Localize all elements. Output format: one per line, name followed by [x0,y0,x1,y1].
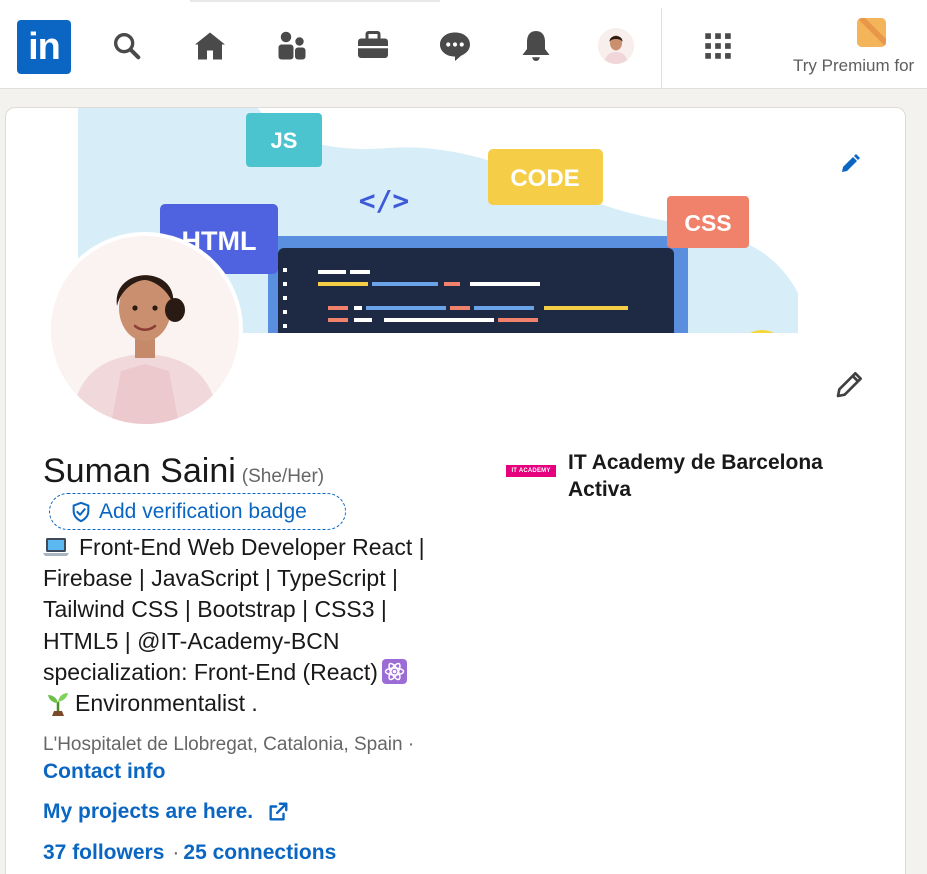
headline-line: Firebase | JavaScript | TypeScript | [43,565,398,592]
headline-line: HTML5 | @IT-Academy-BCN [43,627,340,654]
profile-headline: Front-End Web Developer React | Firebase… [43,532,473,719]
profile-card: JS CODE </> HTML CSS Suman Saini (She/He… [5,107,906,874]
nav-divider [661,8,662,88]
headline-line: Environmentalist . [75,690,258,717]
edit-banner-icon[interactable] [836,150,864,178]
headline-line: specialization: Front-End (React) [43,658,378,685]
add-verification-badge-button[interactable]: Add verification badge [49,493,346,530]
website-link[interactable]: My projects are here. [43,800,289,824]
headline-line: Tailwind CSS | Bootstrap | CSS3 | [43,596,387,623]
edit-intro-icon[interactable] [832,366,868,402]
home-icon[interactable] [190,26,230,66]
contact-info-link[interactable]: Contact info [43,760,165,784]
profile-photo[interactable] [47,232,243,428]
profile-name: Suman Saini [43,452,236,490]
notifications-bell-icon[interactable] [516,26,556,66]
me-avatar[interactable] [598,28,634,64]
laptop-emoji-icon [43,538,69,556]
search-icon[interactable] [107,26,147,66]
svg-text:</>: </> [359,184,410,217]
education-entry[interactable]: IT ACADEMY IT Academy de Barcelona Activ… [506,449,858,503]
verify-button-label: Add verification badge [99,499,307,523]
network-separator: · [172,841,180,864]
website-link-label: My projects are here. [43,800,254,823]
followers-link[interactable]: 37 followers [43,841,164,864]
network-stats: 37 followers · 25 connections [43,841,336,865]
svg-text:CSS: CSS [684,210,731,236]
premium-icon[interactable] [857,18,886,47]
messaging-icon[interactable] [435,26,475,66]
connections-link[interactable]: 25 connections [183,841,336,864]
external-link-icon [267,801,289,823]
verified-shield-icon [72,501,90,522]
headline-line: Front-End Web Developer React | [79,534,425,560]
svg-text:JS: JS [271,128,298,153]
top-edge-line [190,0,440,2]
my-network-icon[interactable] [272,26,312,66]
try-premium-link[interactable]: Try Premium for [793,56,914,76]
apps-grid-icon[interactable] [698,26,738,66]
name-row: Suman Saini (She/Her) [43,452,324,491]
location-text: L'Hospitalet de Llobregat, Catalonia, Sp… [43,734,415,755]
jobs-icon[interactable] [353,26,393,66]
seedling-emoji-icon [48,693,68,717]
svg-text:CODE: CODE [510,165,579,192]
school-name: IT Academy de Barcelona Activa [568,451,823,501]
school-logo: IT ACADEMY [506,465,556,477]
pronouns: (She/Her) [241,466,325,487]
global-nav: in Try Premium for [0,0,927,89]
atom-emoji-icon [381,658,407,684]
linkedin-logo[interactable]: in [17,20,71,74]
